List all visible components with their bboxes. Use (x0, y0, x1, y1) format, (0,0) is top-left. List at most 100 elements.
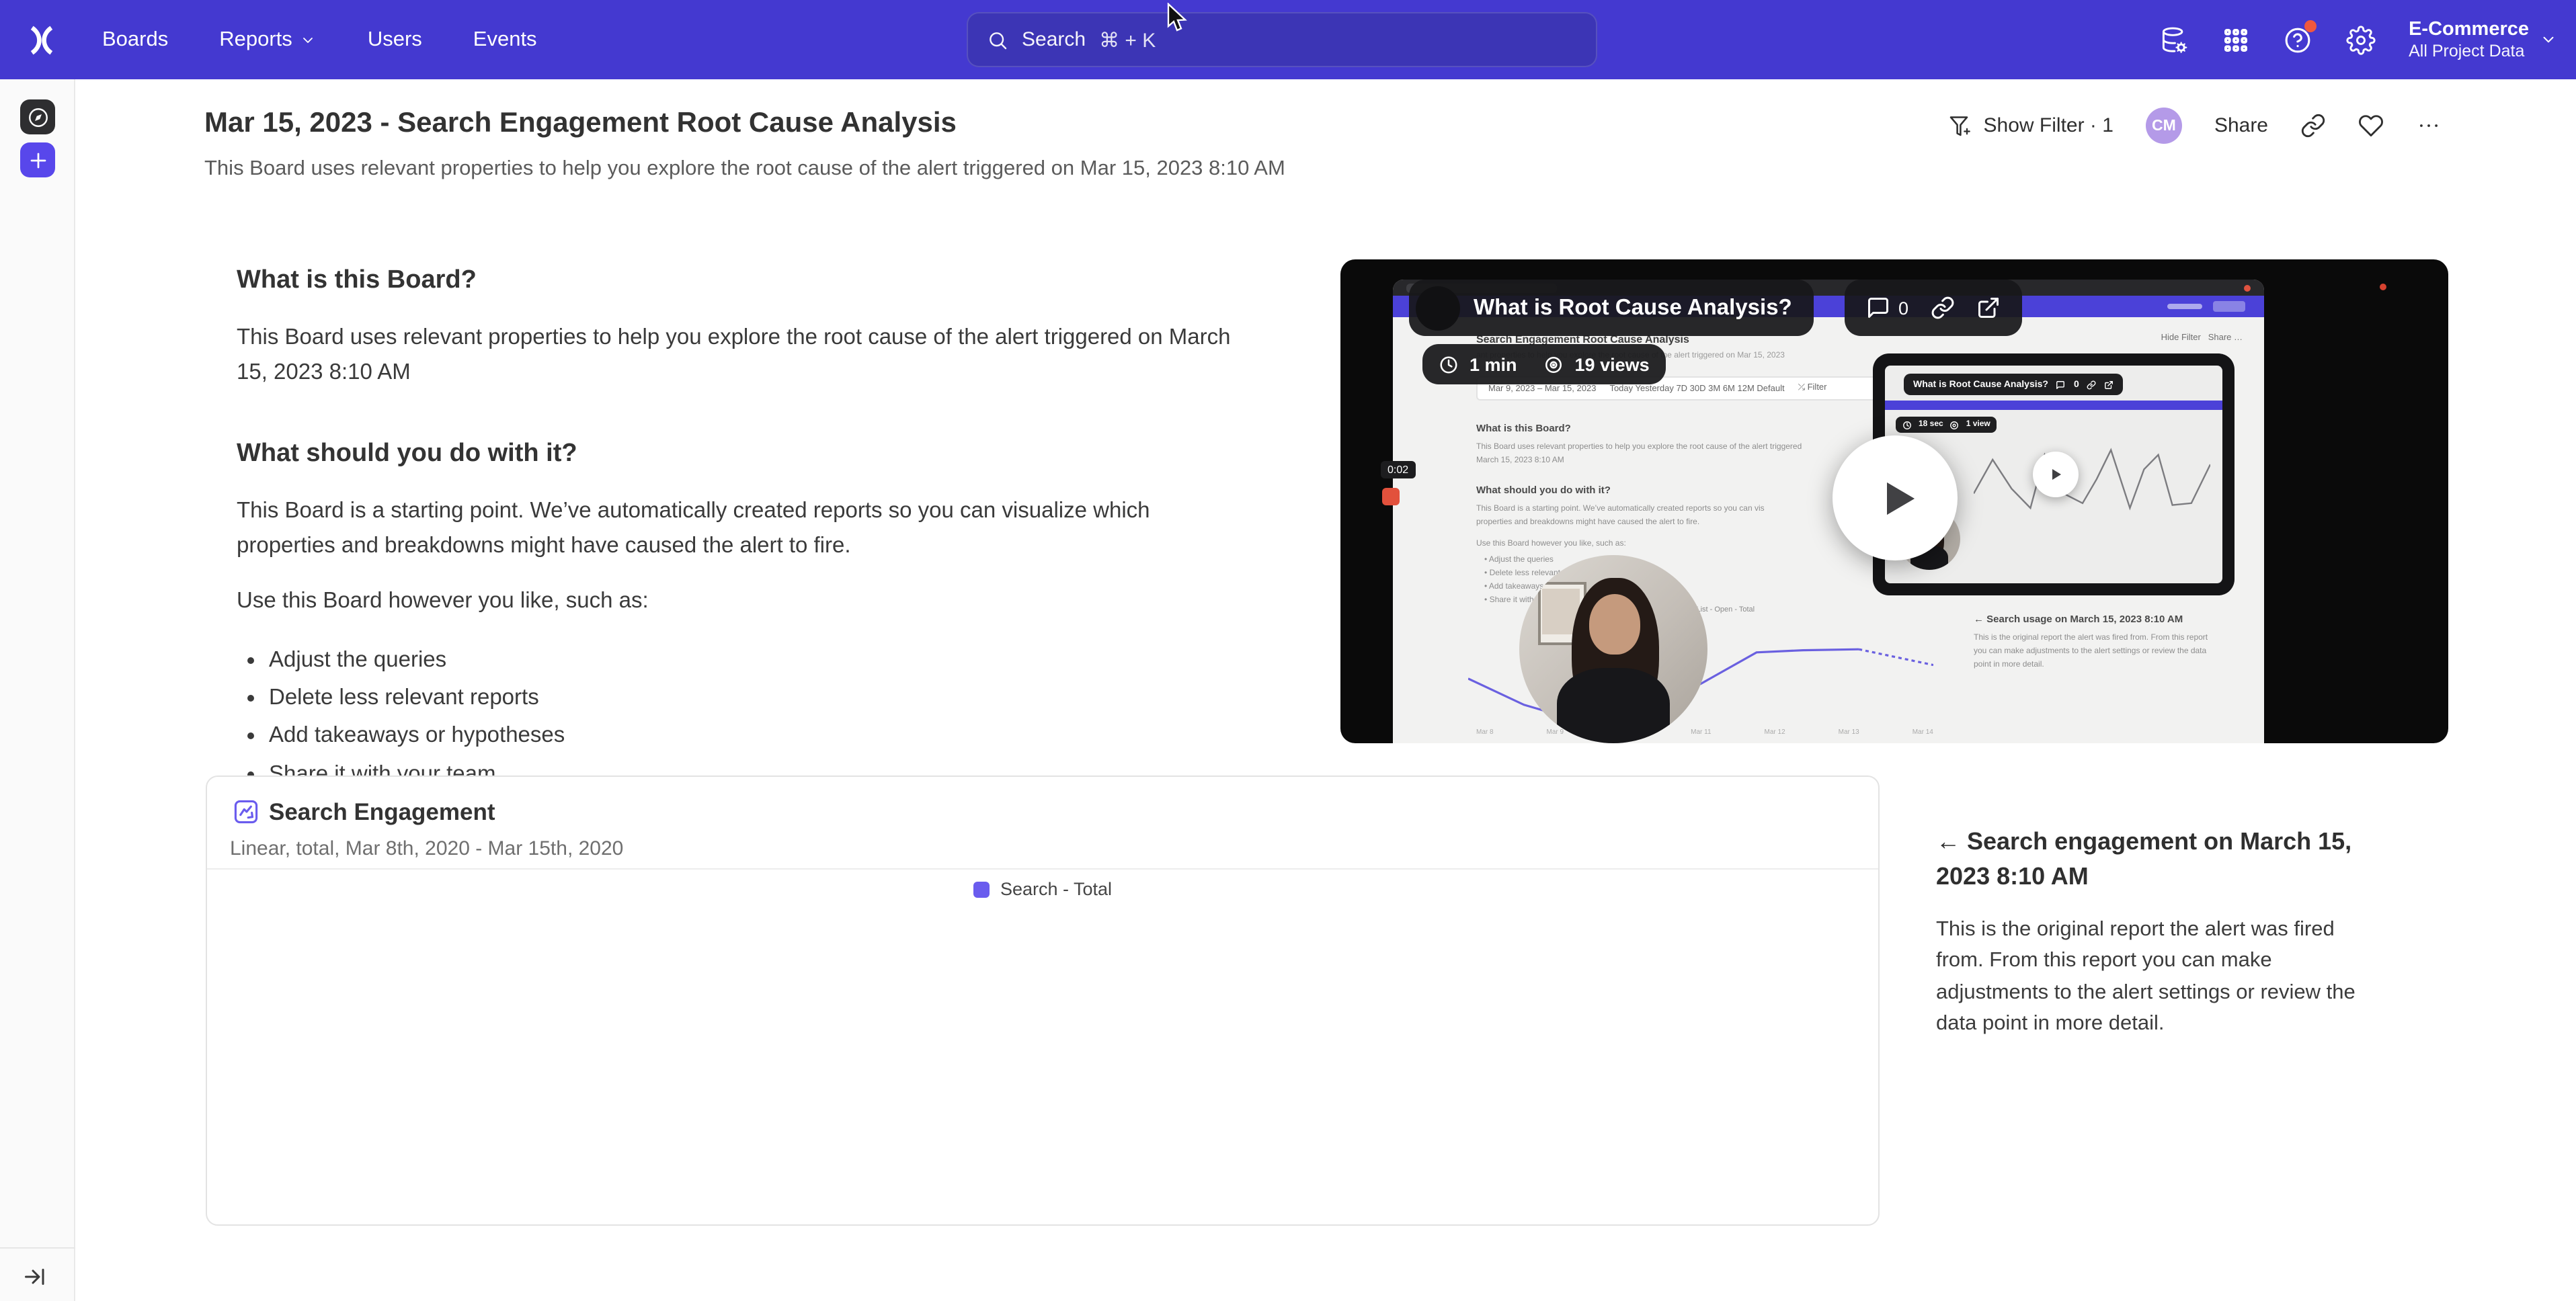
play-icon (2048, 466, 2064, 482)
report-subtitle: Linear, total, Mar 8th, 2020 - Mar 15th,… (230, 837, 623, 860)
open-external-icon[interactable] (1976, 296, 2000, 320)
mini-doc-text: Use this Board however you like, such as… (1476, 538, 1626, 551)
favorite-button[interactable] (2358, 113, 2384, 138)
views-icon (1950, 420, 1960, 429)
search-input[interactable]: Search ⌘ + K (967, 12, 1597, 67)
open-external-icon (2105, 380, 2114, 389)
list-item: Delete less relevant reports (269, 683, 1248, 713)
rail-divider (0, 1247, 75, 1249)
tablet-app-bar (1885, 401, 2222, 410)
mini-x-label: Mar 13 (1839, 728, 1859, 737)
plus-icon (28, 150, 48, 170)
presenter-webcam-bubble (1519, 555, 1707, 743)
doc-bullet-list: Adjust the queries Delete less relevant … (237, 645, 1248, 789)
mini-doc-text: This Board is a starting point. We’ve au… (1476, 503, 1765, 516)
mini-x-label: Mar 14 (1913, 728, 1933, 737)
nav-right-cluster: E-Commerce All Project Data (2159, 0, 2557, 79)
project-scope: All Project Data (2409, 42, 2529, 62)
presenter-face (1589, 595, 1640, 655)
report-card[interactable]: Search Engagement Linear, total, Mar 8th… (206, 775, 1880, 1226)
app-window: Boards Reports Users Events Search ⌘ + K (0, 0, 2576, 1301)
data-management-icon[interactable] (2159, 25, 2188, 54)
annotation-link[interactable]: ← Search engagement on March 15, 2023 8:… (1936, 824, 2380, 894)
discover-boards-button[interactable] (20, 99, 55, 134)
mini-doc-heading-1: What is this Board? (1476, 422, 1571, 434)
filter-funnel-icon (1947, 114, 1972, 138)
legend-swatch (973, 881, 990, 897)
video-play-button[interactable] (1833, 435, 1958, 560)
share-label: Share (2214, 114, 2268, 137)
create-board-button[interactable] (20, 142, 55, 177)
notification-dot (2304, 19, 2316, 32)
apps-grid-icon[interactable] (2222, 26, 2249, 53)
doc-heading-2: What should you do with it? (237, 439, 1248, 469)
mini-annotation-body: This is the original report the alert wa… (1974, 632, 2222, 673)
link-icon[interactable] (1930, 296, 1954, 320)
annotation-body: This is the original report the alert wa… (1936, 914, 2380, 1039)
page-title: Mar 15, 2023 - Search Engagement Root Ca… (204, 108, 957, 140)
mini-annotation-heading: ← Search usage on March 15, 2023 8:10 AM (1974, 613, 2183, 625)
copy-link-button[interactable] (2300, 113, 2326, 138)
avatar[interactable]: CM (2146, 108, 2182, 144)
more-options-button[interactable] (2416, 113, 2442, 138)
nav-item-reports[interactable]: Reports (219, 28, 317, 52)
video-title: What is Root Cause Analysis? (1474, 295, 1792, 321)
comment-icon (2056, 380, 2066, 389)
link-icon (2300, 113, 2326, 138)
mini-project-label (2213, 301, 2245, 312)
help-icon[interactable] (2282, 25, 2312, 54)
clock-icon (1902, 420, 1912, 429)
mini-record-dot (2244, 285, 2251, 292)
mixpanel-logo-icon[interactable] (27, 25, 56, 54)
top-nav: Boards Reports Users Events Search ⌘ + K (0, 0, 2576, 79)
board-text-section: What is this Board? This Board uses rele… (237, 266, 1248, 797)
tablet-play-button (2033, 452, 2079, 497)
chart-legend[interactable]: Search - Total (207, 879, 1878, 899)
heart-icon (2358, 113, 2384, 138)
show-filter-button[interactable]: Show Filter · 1 (1947, 114, 2114, 138)
tablet-sparkline-chart (1974, 435, 2210, 532)
line-chart (207, 909, 1878, 1224)
doc-heading-1: What is this Board? (237, 266, 1248, 296)
search-shortcut: ⌘ + K (1099, 28, 1156, 52)
presenter-body (1557, 668, 1670, 743)
project-name: E-Commerce (2409, 17, 2529, 41)
mini-x-label: Mar 12 (1765, 728, 1785, 737)
report-title: Search Engagement (269, 798, 495, 827)
legend-label: Search - Total (1000, 879, 1112, 899)
board-toolbar: Show Filter · 1 CM Share (1947, 108, 2442, 144)
video-embed-card[interactable]: Search Engagement Root Cause Analysis an… (1340, 259, 2448, 743)
mini-doc-text: This Board uses relevant properties to h… (1476, 441, 1802, 454)
mini-app-icons (2167, 304, 2202, 309)
search-icon (987, 29, 1008, 50)
nav-item-label: Boards (102, 28, 168, 52)
link-icon (2087, 380, 2097, 389)
video-meta-pill: 1 min 19 views (1422, 344, 1666, 384)
video-avatar (1416, 286, 1460, 330)
left-rail (0, 79, 75, 1301)
page-subtitle: This Board uses relevant properties to h… (204, 157, 1285, 181)
project-switcher[interactable]: E-Commerce All Project Data (2409, 17, 2557, 62)
record-stop-button (1382, 488, 1400, 505)
nav-item-users[interactable]: Users (368, 28, 422, 52)
mini-chart-x-labels: Mar 8Mar 9Mar 10Mar 11Mar 12Mar 13Mar 14 (1476, 728, 1933, 737)
mini-x-label: Mar 11 (1691, 728, 1711, 737)
mini-toolbar-text: Hide Filter Share … (2161, 333, 2243, 343)
expand-sidebar-button[interactable] (23, 1265, 47, 1289)
mouse-cursor (1167, 3, 1190, 42)
settings-gear-icon[interactable] (2345, 25, 2375, 54)
doc-paragraph-1: This Board uses relevant properties to h… (237, 320, 1248, 391)
mini-doc-text: properties and breakdowns might have cau… (1476, 516, 1699, 530)
nav-item-label: Events (473, 28, 537, 52)
chevron-down-icon (2540, 31, 2557, 48)
video-duration: 1 min (1470, 354, 1517, 374)
line-chart-report-icon (231, 797, 261, 827)
video-views: 19 views (1575, 354, 1650, 374)
compass-icon (26, 106, 49, 128)
comment-icon[interactable] (1866, 296, 1890, 320)
share-button[interactable]: Share (2214, 114, 2268, 137)
views-icon (1544, 354, 1564, 374)
card-divider (207, 868, 1878, 870)
nav-item-boards[interactable]: Boards (102, 28, 168, 52)
nav-item-events[interactable]: Events (473, 28, 537, 52)
